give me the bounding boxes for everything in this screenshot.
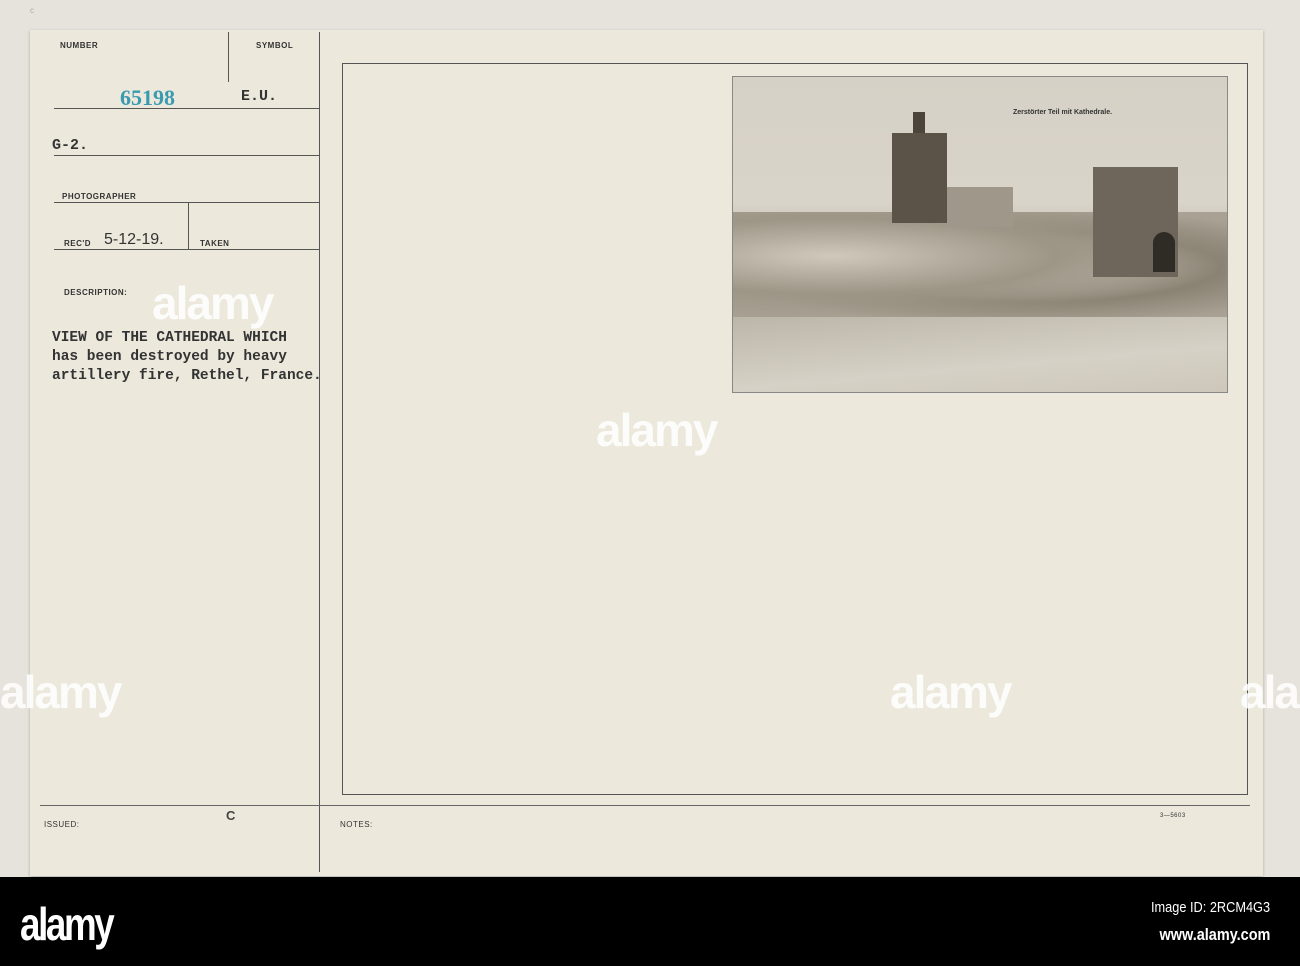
photographer-label: PHOTOGRAPHER <box>62 192 137 201</box>
recd-label: REC'D <box>64 239 92 248</box>
divider <box>228 32 229 82</box>
alamy-logo: alamy <box>20 898 115 950</box>
unit-value: G-2. <box>52 137 89 154</box>
watermark: alamy <box>596 404 718 456</box>
form-number: 3—5603 <box>1160 813 1186 819</box>
watermark: alamy <box>0 666 122 718</box>
bottom-rule <box>40 805 1250 806</box>
divider <box>54 108 320 109</box>
site-url: www.alamy.com <box>1159 925 1270 944</box>
recd-date: 5-12-19. <box>104 231 164 248</box>
corner-mark: c <box>30 6 35 15</box>
photo-caption: Zerstörter Teil mit Kathedrale. <box>1013 109 1113 116</box>
issued-mark: C <box>226 808 236 823</box>
column-divider <box>319 32 320 872</box>
notes-label: NOTES: <box>340 820 373 829</box>
divider <box>188 202 189 249</box>
description-text: VIEW OF THE CATHEDRAL WHICH has been dest… <box>52 330 322 384</box>
divider <box>54 202 320 203</box>
symbol-label: SYMBOL <box>256 41 294 50</box>
watermark: alamy <box>1240 666 1300 718</box>
symbol-value: E.U. <box>241 88 278 105</box>
divider <box>54 249 320 250</box>
cathedral-ruins-photo: Zerstörter Teil mit Kathedrale. <box>732 76 1228 393</box>
taken-label: TAKEN <box>200 239 230 248</box>
watermark: alamy <box>152 277 274 329</box>
divider <box>54 155 320 156</box>
footer-bar: alamy Image ID: 2RCM4G3 www.alamy.com <box>0 877 1300 966</box>
image-id: Image ID: 2RCM4G3 <box>1150 899 1270 916</box>
issued-label: ISSUED: <box>44 820 80 829</box>
number-label: NUMBER <box>60 41 99 50</box>
watermark: alamy <box>890 666 1012 718</box>
description-label: DESCRIPTION: <box>64 288 128 297</box>
